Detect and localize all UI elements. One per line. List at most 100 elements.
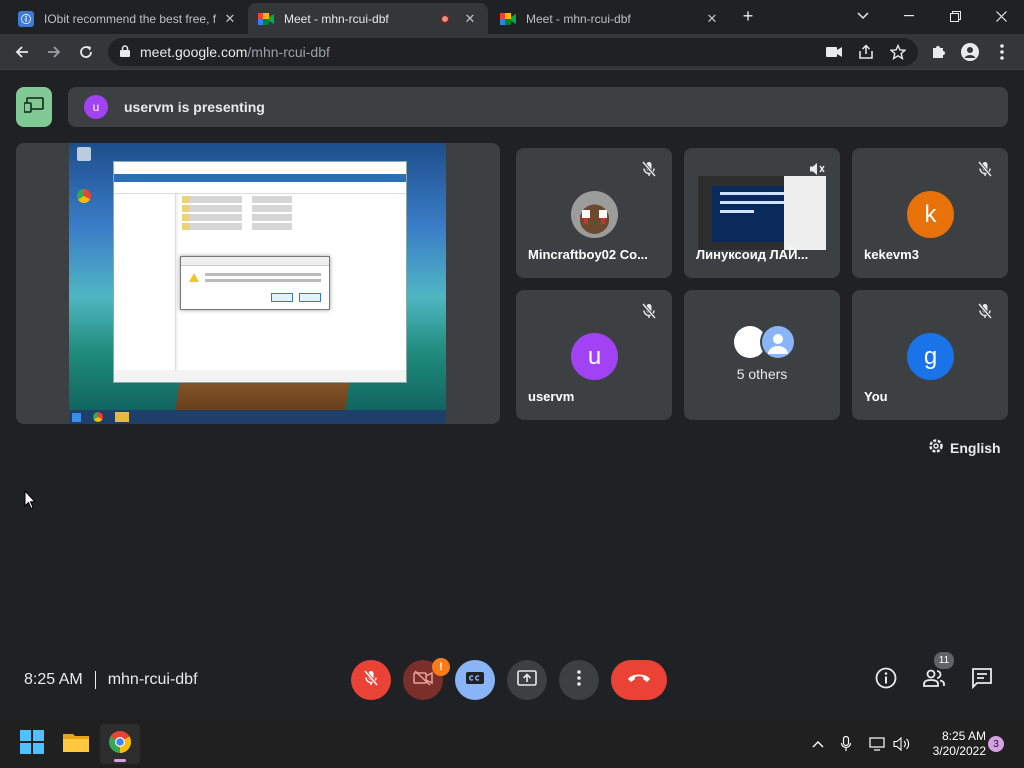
url-host: meet.google.com [140,44,248,60]
people-icon [922,669,946,692]
taskbar-date: 3/20/2022 [932,744,986,758]
meeting-info: 8:25 AM mhn-rcui-dbf [24,671,198,689]
present-screen-icon [517,669,537,691]
new-tab-button[interactable]: + [734,0,762,32]
presentation-layout-button[interactable] [16,87,52,127]
chat-button[interactable] [968,666,996,694]
tab-title: IObit recommend the best free, f [44,11,217,26]
chrome-taskbar-button[interactable] [100,724,140,764]
microphone-in-use-icon[interactable] [838,734,854,754]
tab-title: Meet - mhn-rcui-dbf [526,11,631,26]
tab-strip: ⓘ IObit recommend the best free, f ✕ Mee… [0,0,1024,34]
participant-name: kekevm3 [864,247,919,262]
tab-meet-2[interactable]: Meet - mhn-rcui-dbf ✕ [490,3,730,34]
file-explorer-taskbar-button[interactable] [56,724,96,764]
tab-iobit[interactable]: ⓘ IObit recommend the best free, f ✕ [8,3,248,34]
toggle-mic-button[interactable] [351,660,391,700]
participant-name: Линуксоид ЛАЙ... [696,247,809,262]
participant-tile-self[interactable]: g You [852,290,1008,420]
close-tab-icon[interactable]: ✕ [462,11,478,27]
others-tile[interactable]: 5 others [684,290,840,420]
forward-button[interactable] [40,38,68,66]
extensions-puzzle-icon[interactable] [924,38,952,66]
hang-up-icon [626,671,652,689]
camera-in-use-icon[interactable] [820,38,848,66]
start-button[interactable] [12,724,52,764]
more-options-button[interactable] [559,660,599,700]
tab-meet-active[interactable]: Meet - mhn-rcui-dbf ✕ [248,3,488,34]
reload-button[interactable] [72,38,100,66]
captions-language-label: English [950,439,1001,456]
shared-screen-tile[interactable] [16,143,500,424]
warning-icon [189,273,199,282]
bookmark-star-icon[interactable] [884,38,912,66]
camera-off-icon [413,669,433,691]
taskbar-time: 8:25 AM [941,729,986,743]
participant-name: Mincraftboy02 Co... [528,247,648,262]
close-tab-icon[interactable]: ✕ [704,11,720,27]
participant-tile[interactable]: u uservm [516,290,672,420]
presenter-avatar: u [84,95,108,119]
info-icon [875,667,897,694]
close-tab-icon[interactable]: ✕ [222,11,238,27]
captions-language-button[interactable]: English [928,438,1001,457]
others-count-label: 5 others [736,366,788,382]
chrome-menu-icon[interactable] [988,38,1016,66]
participant-letter-avatar: k [907,191,954,238]
windows-logo-icon [20,729,44,759]
chrome-icon [108,730,132,759]
participant-tile[interactable]: Линуксоид ЛАЙ... [684,148,840,278]
participant-letter-avatar: u [571,333,618,380]
shared-desktop-image [69,143,446,424]
url-path: /mhn-rcui-dbf [247,44,330,60]
chat-icon [971,667,993,694]
profile-avatar-icon[interactable] [956,38,984,66]
share-icon[interactable] [852,38,880,66]
back-button[interactable] [8,38,36,66]
address-bar[interactable]: meet.google.com/mhn-rcui-dbf [108,38,918,66]
mic-off-icon [976,160,994,178]
show-hidden-icons-chevron-up-icon[interactable] [808,734,828,754]
participant-name: You [864,389,888,404]
close-window-button[interactable] [978,0,1024,32]
taskbar-clock[interactable]: 8:25 AM 3/20/2022 [916,729,986,759]
lock-icon[interactable] [120,44,130,60]
meeting-details-button[interactable] [872,666,900,694]
participant-tile[interactable]: Mincraftboy02 Co... [516,148,672,278]
folder-icon [63,731,89,758]
more-vert-icon [577,669,581,691]
minimize-button[interactable] [886,0,932,32]
iobit-favicon-icon: ⓘ [18,10,34,27]
participant-letter-avatar: g [907,333,954,380]
meet-favicon-icon [258,11,274,27]
camera-warning-badge: ! [432,658,450,676]
participant-tile[interactable]: k kekevm3 [852,148,1008,278]
leave-call-button[interactable] [611,660,667,700]
tab-title: Meet - mhn-rcui-dbf [284,11,389,26]
active-app-indicator [114,759,126,762]
browser-toolbar: meet.google.com/mhn-rcui-dbf [0,34,1024,70]
gear-icon [928,438,950,457]
toggle-captions-button[interactable] [455,660,495,700]
restore-button[interactable] [932,0,978,32]
volume-off-icon [808,160,826,178]
meet-favicon-icon [500,11,516,27]
other-participant-avatar [762,326,794,358]
closed-captions-icon [465,670,485,691]
participant-screen-thumbnail [698,176,826,250]
mouse-cursor-icon [24,489,37,515]
remote-taskbar [69,410,446,424]
participant-name: uservm [528,389,575,404]
windows-taskbar [0,720,1024,768]
tab-search-chevron-down-icon[interactable] [840,0,886,32]
mic-off-icon [362,669,380,692]
network-icon[interactable] [866,734,890,754]
present-screen-icon [23,96,44,118]
notification-badge[interactable]: 3 [988,736,1004,752]
volume-icon[interactable] [892,734,912,754]
mic-off-icon [640,160,658,178]
show-everyone-button[interactable] [920,666,948,694]
participant-photo-avatar [571,191,618,238]
file-explorer-window [113,161,407,383]
present-now-button[interactable] [507,660,547,700]
